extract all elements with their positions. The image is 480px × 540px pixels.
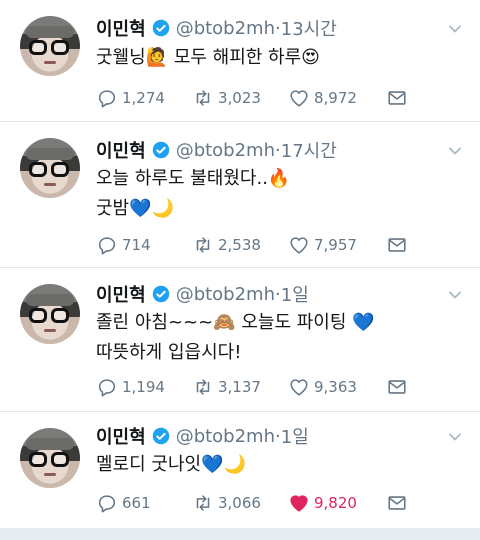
reply-icon xyxy=(98,90,116,108)
heart-icon xyxy=(290,495,308,512)
tweet-text-line: 졸린 아침~~~🙈 오늘도 파이팅 💙 xyxy=(96,312,375,333)
avatar[interactable] xyxy=(20,16,80,76)
avatar[interactable] xyxy=(20,428,80,488)
envelope-icon xyxy=(388,380,406,394)
reply-icon xyxy=(98,495,116,513)
like-button[interactable]: 9,820 xyxy=(288,490,357,516)
tweet-2[interactable]: 이민혁 @btob2mh · 17시간 오늘 하루도 불태웠다..🔥 굿밤💙🌙 … xyxy=(0,122,480,268)
like-count: 8,972 xyxy=(314,89,357,107)
tweet-time[interactable]: 13시간 xyxy=(281,15,337,41)
retweet-icon xyxy=(196,495,210,511)
reply-count: 1,274 xyxy=(122,89,165,107)
retweet-button[interactable]: 2,538 xyxy=(192,232,261,258)
author-name[interactable]: 이민혁 xyxy=(96,137,146,163)
heart-icon xyxy=(290,237,308,254)
tweet-header: 이민혁 @btob2mh · 1일 xyxy=(96,280,309,308)
tweet-header: 이민혁 @btob2mh · 13시간 xyxy=(96,14,337,42)
tweet-text: 오늘 하루도 불태웠다..🔥 굿밤💙🌙 xyxy=(96,164,290,224)
reply-button[interactable]: 714 xyxy=(96,232,151,258)
envelope-icon xyxy=(388,238,406,252)
reply-button[interactable]: 661 xyxy=(96,490,151,516)
tweet-text-line: 따뜻하게 입읍시다! xyxy=(96,342,242,363)
retweet-icon xyxy=(196,237,210,253)
tweet-time[interactable]: 1일 xyxy=(281,423,309,449)
retweet-count: 3,023 xyxy=(218,89,261,107)
envelope-icon xyxy=(388,91,406,105)
tweet-actions: 1,274 3,023 8,972 xyxy=(96,85,416,111)
chevron-down-icon[interactable] xyxy=(448,430,462,444)
author-name[interactable]: 이민혁 xyxy=(96,15,146,41)
tweet-text: 졸린 아침~~~🙈 오늘도 파이팅 💙 따뜻하게 입읍시다! xyxy=(96,308,375,368)
tweet-actions: 1,194 3,137 9,363 xyxy=(96,374,416,400)
chevron-down-icon[interactable] xyxy=(448,144,462,158)
retweet-icon xyxy=(196,379,210,395)
retweet-count: 3,137 xyxy=(218,378,261,396)
tweet-text-line: 멜로디 굿나잇💙🌙 xyxy=(96,454,246,475)
tweet-text-line: 오늘 하루도 불태웠다..🔥 xyxy=(96,168,291,189)
retweet-button[interactable]: 3,137 xyxy=(192,374,261,400)
reply-count: 714 xyxy=(122,236,151,254)
author-handle[interactable]: @btob2mh xyxy=(176,140,275,161)
heart-icon xyxy=(290,379,308,396)
reply-count: 1,194 xyxy=(122,378,165,396)
tweet-actions: 714 2,538 7,957 xyxy=(96,232,416,258)
reply-icon xyxy=(98,237,116,255)
retweet-button[interactable]: 3,023 xyxy=(192,85,261,111)
retweet-count: 2,538 xyxy=(218,236,261,254)
verified-badge-icon xyxy=(152,141,169,159)
author-handle[interactable]: @btob2mh xyxy=(176,18,275,39)
author-handle[interactable]: @btob2mh xyxy=(176,284,275,305)
direct-message-button[interactable] xyxy=(386,374,412,400)
tweet-header: 이민혁 @btob2mh · 17시간 xyxy=(96,136,337,164)
like-button[interactable]: 8,972 xyxy=(288,85,357,111)
direct-message-button[interactable] xyxy=(386,85,412,111)
envelope-icon xyxy=(388,496,406,510)
tweet-3[interactable]: 이민혁 @btob2mh · 1일 졸린 아침~~~🙈 오늘도 파이팅 💙 따뜻… xyxy=(0,268,480,412)
like-count: 9,363 xyxy=(314,378,357,396)
timeline-end-bar xyxy=(0,528,480,540)
avatar[interactable] xyxy=(20,138,80,198)
verified-badge-icon xyxy=(152,285,169,303)
tweet-actions: 661 3,066 9,820 xyxy=(96,490,416,516)
retweet-count: 3,066 xyxy=(218,494,261,512)
tweet-text-line: 굿웰닝🙋 모두 해피한 하루😍 xyxy=(96,47,320,68)
tweet-time[interactable]: 17시간 xyxy=(281,137,337,163)
reply-button[interactable]: 1,274 xyxy=(96,85,165,111)
chevron-down-icon[interactable] xyxy=(448,22,462,36)
heart-icon xyxy=(290,90,308,107)
direct-message-button[interactable] xyxy=(386,490,412,516)
verified-badge-icon xyxy=(152,427,169,445)
like-button[interactable]: 9,363 xyxy=(288,374,357,400)
author-name[interactable]: 이민혁 xyxy=(96,423,146,449)
tweet-header: 이민혁 @btob2mh · 1일 xyxy=(96,422,309,450)
like-count: 9,820 xyxy=(314,494,357,512)
author-handle[interactable]: @btob2mh xyxy=(176,426,275,447)
retweet-icon xyxy=(196,90,210,106)
reply-icon xyxy=(98,379,116,397)
reply-count: 661 xyxy=(122,494,151,512)
tweet-1[interactable]: 이민혁 @btob2mh · 13시간 굿웰닝🙋 모두 해피한 하루😍 1,27… xyxy=(0,0,480,122)
avatar[interactable] xyxy=(20,284,80,344)
author-name[interactable]: 이민혁 xyxy=(96,281,146,307)
tweet-text: 굿웰닝🙋 모두 해피한 하루😍 xyxy=(96,43,320,73)
direct-message-button[interactable] xyxy=(386,232,412,258)
tweet-text-line: 굿밤💙🌙 xyxy=(96,198,174,219)
reply-button[interactable]: 1,194 xyxy=(96,374,165,400)
chevron-down-icon[interactable] xyxy=(448,288,462,302)
verified-badge-icon xyxy=(152,19,169,37)
like-count: 7,957 xyxy=(314,236,357,254)
tweet-time[interactable]: 1일 xyxy=(281,281,309,307)
like-button[interactable]: 7,957 xyxy=(288,232,357,258)
retweet-button[interactable]: 3,066 xyxy=(192,490,261,516)
tweet-4[interactable]: 이민혁 @btob2mh · 1일 멜로디 굿나잇💙🌙 661 3,066 9,… xyxy=(0,412,480,528)
tweet-text: 멜로디 굿나잇💙🌙 xyxy=(96,450,246,480)
